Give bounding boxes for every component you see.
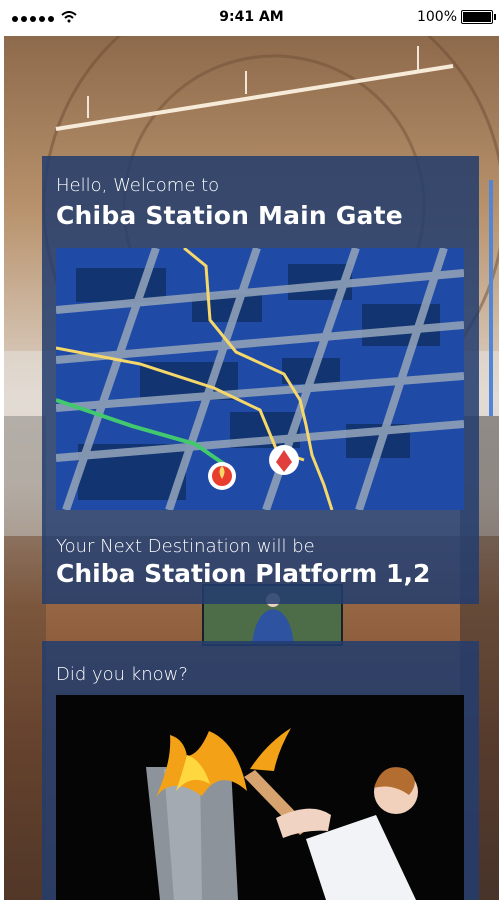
next-destination-label: Your Next Destination will be (56, 536, 315, 557)
torch-photo (56, 695, 464, 900)
scroll-indicator (489, 180, 493, 416)
torch-map-pin-icon (208, 462, 236, 490)
welcome-greeting: Hello, Welcome to (56, 175, 220, 196)
next-destination-title: Chiba Station Platform 1,2 (56, 559, 431, 588)
battery-percentage: 100% (416, 9, 457, 25)
battery-status: 100% (416, 9, 496, 25)
battery-icon (461, 10, 496, 24)
location-pin-icon (269, 445, 299, 475)
fact-card: Did you know? (42, 641, 479, 900)
status-bar: 9:41 AM 100% (0, 0, 503, 36)
station-map[interactable] (56, 248, 464, 510)
fact-label: Did you know? (56, 664, 188, 685)
welcome-card: Hello, Welcome to Chiba Station Main Gat… (42, 156, 479, 604)
current-location-title: Chiba Station Main Gate (56, 201, 403, 230)
